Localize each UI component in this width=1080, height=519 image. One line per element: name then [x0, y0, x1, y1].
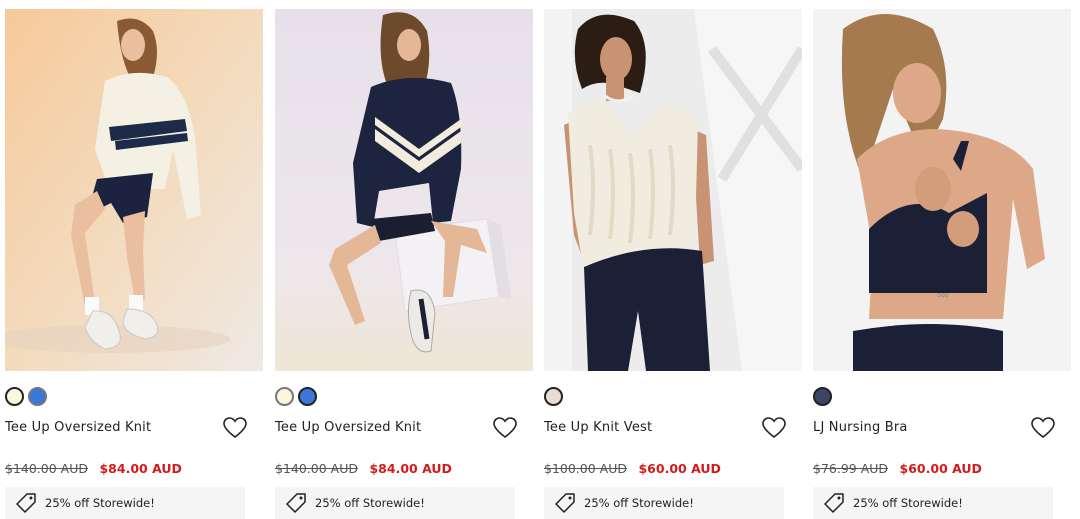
color-swatches [544, 385, 563, 411]
product-title[interactable]: Tee Up Oversized Knit [5, 420, 151, 435]
heart-icon[interactable] [493, 417, 517, 439]
original-price: $100.00 AUD [544, 461, 627, 476]
product-card[interactable]: Tee Up Knit Vest $100.00 AUD $60.00 AUD … [544, 9, 802, 519]
sale-price: $84.00 AUD [99, 461, 182, 476]
product-image[interactable]: ooo [813, 9, 1071, 371]
product-card[interactable]: ooo LJ Nursing Bra $76.99 AUD $60.00 AUD… [813, 9, 1071, 519]
color-swatch-navy[interactable] [813, 387, 832, 406]
tag-icon [555, 493, 575, 513]
color-swatch-blue[interactable] [28, 387, 47, 406]
product-image[interactable] [544, 9, 802, 371]
color-swatch-blue[interactable] [298, 387, 317, 406]
tag-icon [16, 493, 36, 513]
original-price: $140.00 AUD [275, 461, 358, 476]
product-title-row: Tee Up Knit Vest [544, 417, 794, 441]
product-title-row: LJ Nursing Bra [813, 417, 1063, 441]
product-photo: ooo [813, 9, 1071, 371]
promo-badge: 25% off Storewide! [813, 487, 1053, 519]
product-title-row: Tee Up Oversized Knit [5, 417, 255, 441]
promo-badge: 25% off Storewide! [5, 487, 245, 519]
product-photo [544, 9, 802, 371]
promo-text: 25% off Storewide! [853, 496, 963, 510]
color-swatch-cream[interactable] [5, 387, 24, 406]
color-swatch-oat[interactable] [544, 387, 563, 406]
heart-icon[interactable] [223, 417, 247, 439]
promo-text: 25% off Storewide! [584, 496, 694, 510]
product-image[interactable] [5, 9, 263, 371]
price-block: $140.00 AUD $84.00 AUD [5, 461, 182, 476]
price-block: $76.99 AUD $60.00 AUD [813, 461, 982, 476]
original-price: $76.99 AUD [813, 461, 889, 476]
brand-mark: ooo [937, 292, 949, 299]
product-card[interactable]: Tee Up Oversized Knit $140.00 AUD $84.00… [5, 9, 263, 519]
promo-text: 25% off Storewide! [315, 496, 425, 510]
tag-icon [286, 493, 306, 513]
promo-badge: 25% off Storewide! [544, 487, 784, 519]
price-block: $140.00 AUD $84.00 AUD [275, 461, 452, 476]
product-title-row: Tee Up Oversized Knit [275, 417, 525, 441]
product-photo [5, 9, 263, 371]
heart-icon[interactable] [762, 417, 786, 439]
promo-badge: 25% off Storewide! [275, 487, 515, 519]
product-grid: Tee Up Oversized Knit $140.00 AUD $84.00… [0, 0, 1080, 519]
sale-price: $84.00 AUD [369, 461, 452, 476]
original-price: $140.00 AUD [5, 461, 88, 476]
sale-price: $60.00 AUD [638, 461, 721, 476]
tag-icon [824, 493, 844, 513]
product-image[interactable] [275, 9, 533, 371]
color-swatch-cream[interactable] [275, 387, 294, 406]
product-photo [275, 9, 533, 371]
price-block: $100.00 AUD $60.00 AUD [544, 461, 721, 476]
sale-price: $60.00 AUD [899, 461, 982, 476]
heart-icon[interactable] [1031, 417, 1055, 439]
product-card[interactable]: Tee Up Oversized Knit $140.00 AUD $84.00… [275, 9, 533, 519]
product-title[interactable]: LJ Nursing Bra [813, 420, 908, 435]
color-swatches [813, 385, 832, 411]
color-swatches [275, 385, 317, 411]
product-title[interactable]: Tee Up Oversized Knit [275, 420, 421, 435]
product-title[interactable]: Tee Up Knit Vest [544, 420, 652, 435]
promo-text: 25% off Storewide! [45, 496, 155, 510]
color-swatches [5, 385, 47, 411]
